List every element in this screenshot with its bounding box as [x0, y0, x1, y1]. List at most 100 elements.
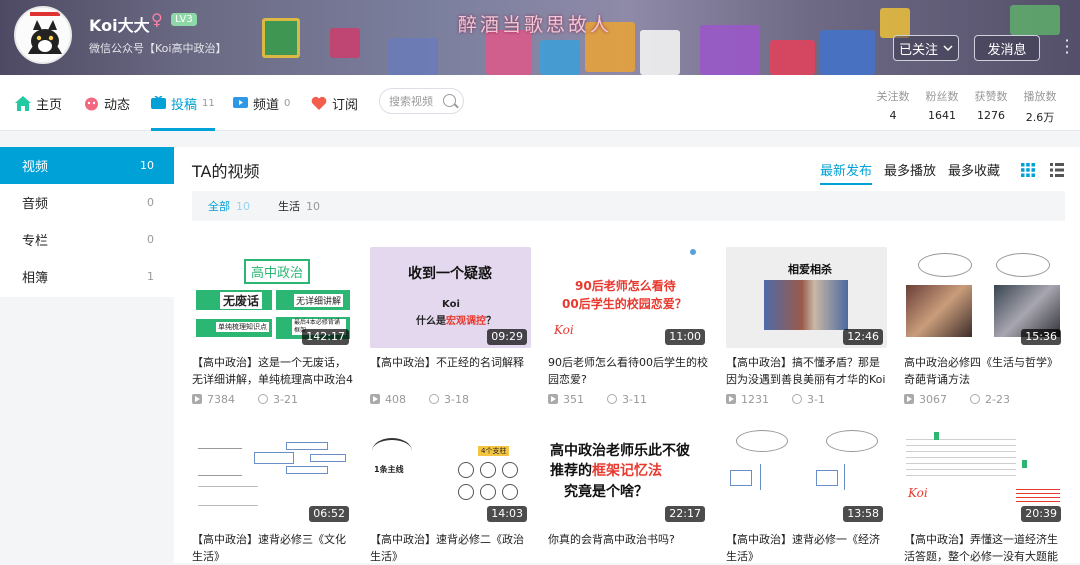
video-card[interactable]: 相爱相杀 12:46 【高中政治】搞不懂矛盾？那是因为没遇到善良美丽有才华的Ko… — [726, 247, 887, 406]
tab-channels[interactable]: 频道 0 — [233, 75, 290, 131]
filter-all[interactable]: 全部 10 — [208, 198, 250, 214]
sidebar-item-articles[interactable]: 专栏 0 — [0, 221, 174, 258]
sort-most-played[interactable]: 最多播放 — [884, 160, 936, 179]
video-title[interactable]: 【高中政治】这是一个无废话，无详细讲解，单纯梳理高中政治4本必 — [192, 354, 353, 388]
sort-most-favorited[interactable]: 最多收藏 — [948, 160, 1000, 179]
video-card[interactable]: Koi 20:39 【高中政治】弄懂这一道经济生活答题，整个必修一没有大题能难到 — [904, 424, 1065, 565]
video-thumbnail[interactable]: 15:36 — [904, 247, 1065, 348]
video-thumbnail[interactable]: 高中政治 无废话 无详细讲解 单纯梳理知识点 最后4本必修背诵框架 142:17 — [192, 247, 353, 348]
video-title[interactable]: 【高中政治】弄懂这一道经济生活答题，整个必修一没有大题能难到 — [904, 531, 1065, 565]
video-meta: 3067 2-23 — [904, 392, 1065, 406]
duration-badge: 142:17 — [302, 329, 349, 345]
play-count: 7384 — [207, 392, 235, 406]
followed-label: 已关注 — [898, 42, 938, 58]
video-card[interactable]: 90后老师怎么看待 00后学生的校园恋爱？ Koi 11:00 90后老师怎么看… — [548, 247, 709, 406]
stat-value: 1641 — [928, 109, 956, 122]
more-options-icon[interactable]: · · · — [1063, 33, 1071, 61]
video-title[interactable]: 【高中政治】速背必修二《政治生活》 — [370, 531, 531, 565]
video-card[interactable]: 收到一个疑惑 Koi 什么是宏观调控？ 09:29 【高中政治】不正经的名词解释… — [370, 247, 531, 406]
send-message-button[interactable]: 发消息 — [974, 35, 1040, 61]
thumb-circle — [458, 462, 474, 478]
stat-following[interactable]: 关注数 4 — [873, 88, 913, 122]
publish-date: 2-23 — [985, 392, 1010, 406]
video-title[interactable]: 你真的会背高中政治书吗? — [548, 531, 709, 565]
username[interactable]: Koi大大 — [89, 12, 150, 36]
video-thumbnail[interactable]: 06:52 — [192, 424, 353, 525]
tab-dynamic-label: 动态 — [104, 97, 131, 113]
video-card[interactable]: 高中政治 无废话 无详细讲解 单纯梳理知识点 最后4本必修背诵框架 142:17… — [192, 247, 353, 406]
tab-channels-label: 频道 — [253, 97, 280, 113]
tab-subscribe[interactable]: 订阅 — [311, 75, 358, 131]
sort-latest[interactable]: 最新发布 — [820, 160, 873, 185]
sidebar-item-count: 0 — [147, 196, 154, 209]
sidebar-item-count: 0 — [147, 233, 154, 246]
tab-home-label: 主页 — [36, 97, 63, 113]
banner-gift — [880, 8, 910, 38]
video-card[interactable]: 1条主线 4个支柱 14:03 【高中政治】速背必修二《政治生活》 — [370, 424, 531, 565]
thumb-text: 高中政治老师乐此不彼 — [550, 443, 690, 459]
video-thumbnail[interactable]: 13:58 — [726, 424, 887, 525]
thumb-text: 什么是宏观调控？ — [416, 312, 496, 327]
search-input[interactable]: 搜索视频 — [379, 88, 464, 114]
tab-home[interactable]: 主页 — [15, 75, 62, 131]
thumb-circle — [502, 462, 518, 478]
video-card[interactable]: 06:52 【高中政治】速背必修三《文化生活》 — [192, 424, 353, 565]
sidebar-item-videos[interactable]: 视频 10 — [0, 147, 174, 184]
video-title[interactable]: 【高中政治】速背必修三《文化生活》 — [192, 531, 353, 565]
video-card[interactable]: 13:58 【高中政治】速背必修一《经济生活》 — [726, 424, 887, 565]
video-thumbnail[interactable]: 高中政治老师乐此不彼 推荐的框架记忆法 究竟是个啥？ 22:17 — [548, 424, 709, 525]
level-badge: LV3 — [171, 13, 197, 26]
video-card[interactable]: 15:36 高中政治必修四《生活与哲学》奇葩背诵方法 3067 2-23 — [904, 247, 1065, 406]
video-thumbnail[interactable]: 90后老师怎么看待 00后学生的校园恋爱？ Koi 11:00 — [548, 247, 709, 348]
publish-date: 3-18 — [444, 392, 469, 406]
heart-icon — [311, 96, 327, 110]
tab-channels-count: 0 — [284, 97, 291, 109]
thumb-text: Koi — [908, 486, 928, 500]
search-icon[interactable] — [443, 94, 456, 107]
thumb-marker — [934, 432, 939, 440]
filter-life[interactable]: 生活 10 — [278, 198, 320, 214]
video-thumbnail[interactable]: 1条主线 4个支柱 14:03 — [370, 424, 531, 525]
avatar[interactable] — [14, 6, 72, 64]
dynamic-icon — [85, 97, 98, 110]
thumb-mindmap — [198, 486, 258, 506]
thumb-cloud — [996, 253, 1050, 277]
followed-button[interactable]: 已关注 — [893, 35, 959, 61]
stat-label: 播放数 — [1023, 90, 1057, 103]
thumb-circle — [480, 462, 496, 478]
thumb-decoration — [690, 249, 696, 255]
tab-dynamic[interactable]: 动态 — [84, 75, 130, 131]
duration-badge: 06:52 — [309, 506, 349, 522]
video-title[interactable]: 【高中政治】不正经的名词解释 — [370, 354, 531, 388]
banner-slogan: 醉酒当歌思故人 — [458, 14, 613, 36]
thumb-document — [1016, 486, 1060, 504]
sidebar-item-label: 相簿 — [22, 271, 49, 286]
video-card[interactable]: 高中政治老师乐此不彼 推荐的框架记忆法 究竟是个啥？ 22:17 你真的会背高中… — [548, 424, 709, 565]
video-meta: 408 3-18 — [370, 392, 531, 406]
video-thumbnail[interactable]: 收到一个疑惑 Koi 什么是宏观调控？ 09:29 — [370, 247, 531, 348]
stat-value: 1276 — [977, 109, 1005, 122]
video-title[interactable]: 高中政治必修四《生活与哲学》奇葩背诵方法 — [904, 354, 1065, 388]
stat-label: 获赞数 — [974, 90, 1008, 103]
thumb-curve — [372, 438, 412, 464]
video-title[interactable]: 【高中政治】搞不懂矛盾？那是因为没遇到善良美丽有才华的Koi — [726, 354, 887, 388]
sidebar-item-albums[interactable]: 相簿 1 — [0, 258, 174, 295]
video-title[interactable]: 90后老师怎么看待00后学生的校园恋爱? — [548, 354, 709, 388]
thumb-mindmap — [730, 470, 752, 486]
thumb-text: ？ — [486, 316, 496, 327]
user-sign: 微信公众号【Koi高中政治】 — [89, 42, 227, 55]
video-thumbnail[interactable]: 相爱相杀 12:46 — [726, 247, 887, 348]
tab-videos[interactable]: 投稿 11 — [151, 75, 215, 131]
duration-badge: 22:17 — [665, 506, 705, 522]
list-view-icon[interactable] — [1050, 163, 1064, 177]
thumb-mindmap — [760, 464, 790, 490]
duration-badge: 13:58 — [843, 506, 883, 522]
stat-followers[interactable]: 粉丝数 1641 — [922, 88, 962, 122]
grid-view-icon[interactable] — [1021, 163, 1035, 177]
tab-videos-label: 投稿 — [171, 97, 198, 113]
video-thumbnail[interactable]: Koi 20:39 — [904, 424, 1065, 525]
thumb-text: 究竟是个啥？ — [564, 484, 648, 500]
video-title[interactable]: 【高中政治】速背必修一《经济生活》 — [726, 531, 887, 565]
sidebar-item-audio[interactable]: 音频 0 — [0, 184, 174, 221]
thumb-text-highlight: 宏观调控 — [446, 316, 486, 327]
